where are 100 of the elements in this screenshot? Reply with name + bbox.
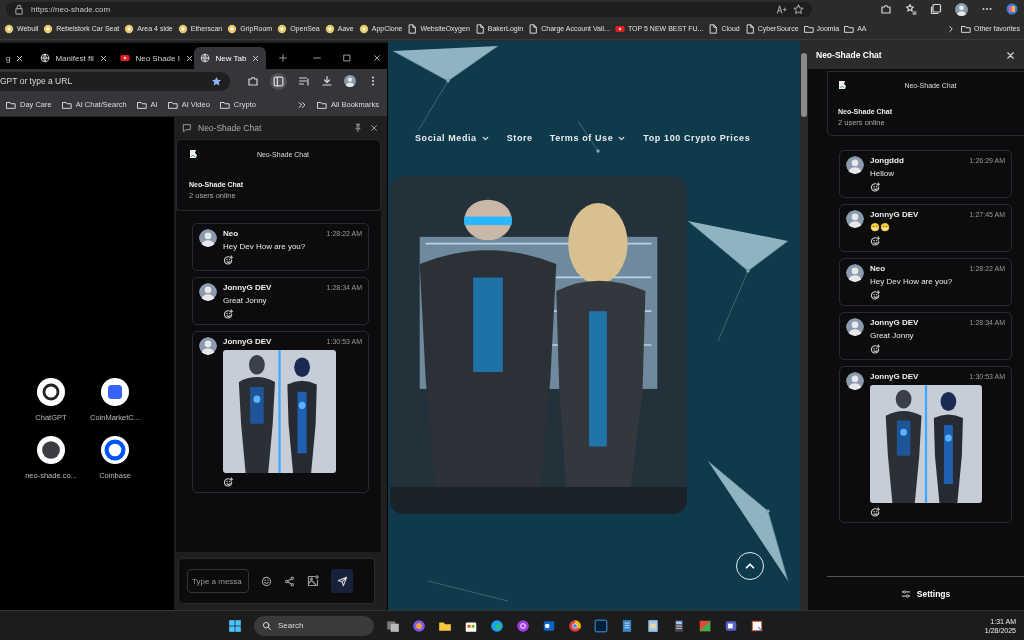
app-icon[interactable]	[620, 618, 634, 633]
author-name: Jongddd	[870, 156, 904, 165]
broken-image-icon	[838, 80, 847, 90]
folder-icon	[136, 99, 147, 110]
folder-icon	[6, 99, 16, 110]
folder-icon	[219, 99, 230, 110]
folder-icon	[961, 23, 972, 34]
nav-link[interactable]: Store	[506, 133, 533, 143]
search-field[interactable]: Search	[254, 615, 374, 636]
close-icon[interactable]	[369, 123, 379, 133]
site-icon	[277, 23, 288, 34]
avatar-icon	[846, 318, 864, 336]
read-aloud-icon[interactable]	[776, 3, 787, 15]
profile-avatar-icon[interactable]	[344, 75, 356, 87]
new-tab-icon[interactable]	[278, 53, 289, 63]
favorites-icon[interactable]	[905, 3, 917, 15]
video-icon	[614, 23, 625, 34]
emoji-icon[interactable]	[261, 575, 272, 587]
avatar-icon	[846, 264, 864, 282]
close-tab-icon[interactable]	[15, 53, 25, 63]
reading-list-icon[interactable]	[298, 75, 310, 87]
add-reaction-icon[interactable]	[870, 290, 881, 301]
folder-icon	[61, 99, 72, 110]
app-icon[interactable]	[516, 618, 530, 633]
app-icon[interactable]	[698, 618, 712, 633]
favorite-star-icon[interactable]	[793, 3, 804, 15]
address-bar[interactable]: https://neo-shade.com	[6, 1, 812, 17]
author-name: Neo	[223, 229, 239, 238]
author-name: JonnyG DEV	[223, 337, 272, 346]
close-icon[interactable]	[1005, 49, 1016, 61]
url-text: https://neo-shade.com	[31, 4, 111, 14]
avatar-icon	[846, 156, 864, 174]
tab-title: Manifest fil	[55, 53, 94, 63]
scrollbar[interactable]	[800, 41, 808, 610]
close-tab-icon[interactable]	[184, 53, 194, 63]
send-button[interactable]	[331, 569, 353, 593]
page-icon	[407, 23, 418, 34]
extensions-icon[interactable]	[247, 75, 259, 87]
side-panel-icon[interactable]	[270, 72, 287, 90]
broken-image-icon	[189, 149, 198, 159]
copilot-icon[interactable]	[1006, 3, 1018, 15]
add-reaction-icon[interactable]	[870, 507, 881, 518]
close-icon[interactable]	[372, 53, 383, 63]
maximize-icon[interactable]	[342, 53, 353, 63]
omnibox-field[interactable]: GPT or type a URL	[0, 71, 230, 91]
add-reaction-icon[interactable]	[223, 477, 234, 488]
browser-tab[interactable]: g	[0, 47, 31, 69]
app-icon[interactable]	[386, 618, 400, 633]
share-icon[interactable]	[284, 575, 295, 587]
bookmark-star-icon[interactable]	[211, 75, 222, 87]
app-icon[interactable]	[750, 618, 764, 633]
browser-tab[interactable]: Manifest fil	[34, 47, 111, 69]
add-image-icon[interactable]	[307, 575, 319, 587]
site-icon	[43, 23, 54, 34]
add-reaction-icon[interactable]	[870, 182, 881, 193]
avatar-icon	[846, 210, 864, 228]
more-bookmarks-icon[interactable]	[297, 99, 308, 110]
shortcut-logo-icon	[101, 435, 129, 464]
close-tab-icon[interactable]	[98, 53, 108, 63]
folder-icon	[803, 23, 814, 34]
chat-icon	[182, 123, 192, 133]
pin-icon[interactable]	[353, 123, 363, 133]
video-icon	[120, 53, 131, 63]
avatar-icon	[199, 283, 217, 301]
app-icon[interactable]	[542, 618, 556, 633]
search-icon	[262, 620, 272, 631]
message-text: Great Jonny	[870, 331, 915, 340]
browser-tab[interactable]: Neo Shade I	[114, 47, 191, 69]
page-icon	[528, 23, 539, 34]
add-reaction-icon[interactable]	[223, 255, 234, 266]
app-icon[interactable]	[672, 618, 686, 633]
extensions-icon[interactable]	[880, 3, 892, 15]
site-icon	[227, 23, 238, 34]
app-icon[interactable]	[646, 618, 660, 633]
app-icon[interactable]	[490, 618, 504, 633]
add-reaction-icon[interactable]	[870, 344, 881, 355]
collections-icon[interactable]	[930, 3, 942, 15]
nav-link[interactable]: Top 100 Crypto Prices	[643, 133, 751, 143]
avatar-icon	[846, 372, 864, 390]
site-icon	[124, 23, 135, 34]
browser-tab[interactable]: New Tab	[194, 47, 267, 69]
add-reaction-icon[interactable]	[870, 236, 881, 247]
site-icon	[177, 23, 188, 34]
message-input[interactable]: Type a messa	[187, 569, 249, 593]
close-tab-icon[interactable]	[251, 53, 261, 63]
author-name: JonnyG DEV	[223, 283, 272, 292]
folder-icon	[844, 23, 855, 34]
profile-avatar-icon[interactable]	[955, 2, 968, 16]
nav-link[interactable]: Social Media	[415, 133, 490, 143]
start-icon[interactable]	[228, 618, 242, 633]
app-icon[interactable]	[412, 618, 426, 633]
download-icon[interactable]	[321, 75, 333, 87]
app-icon[interactable]	[724, 618, 738, 633]
message-text: 😁😁	[870, 223, 891, 232]
author-name: JonnyG DEV	[870, 318, 919, 327]
add-reaction-icon[interactable]	[223, 309, 234, 320]
sidebar-title: Neo-Shade Chat	[816, 50, 882, 60]
app-icon[interactable]	[568, 618, 582, 633]
nav-link[interactable]: Terms of Use	[549, 133, 627, 143]
page-icon	[744, 23, 755, 34]
